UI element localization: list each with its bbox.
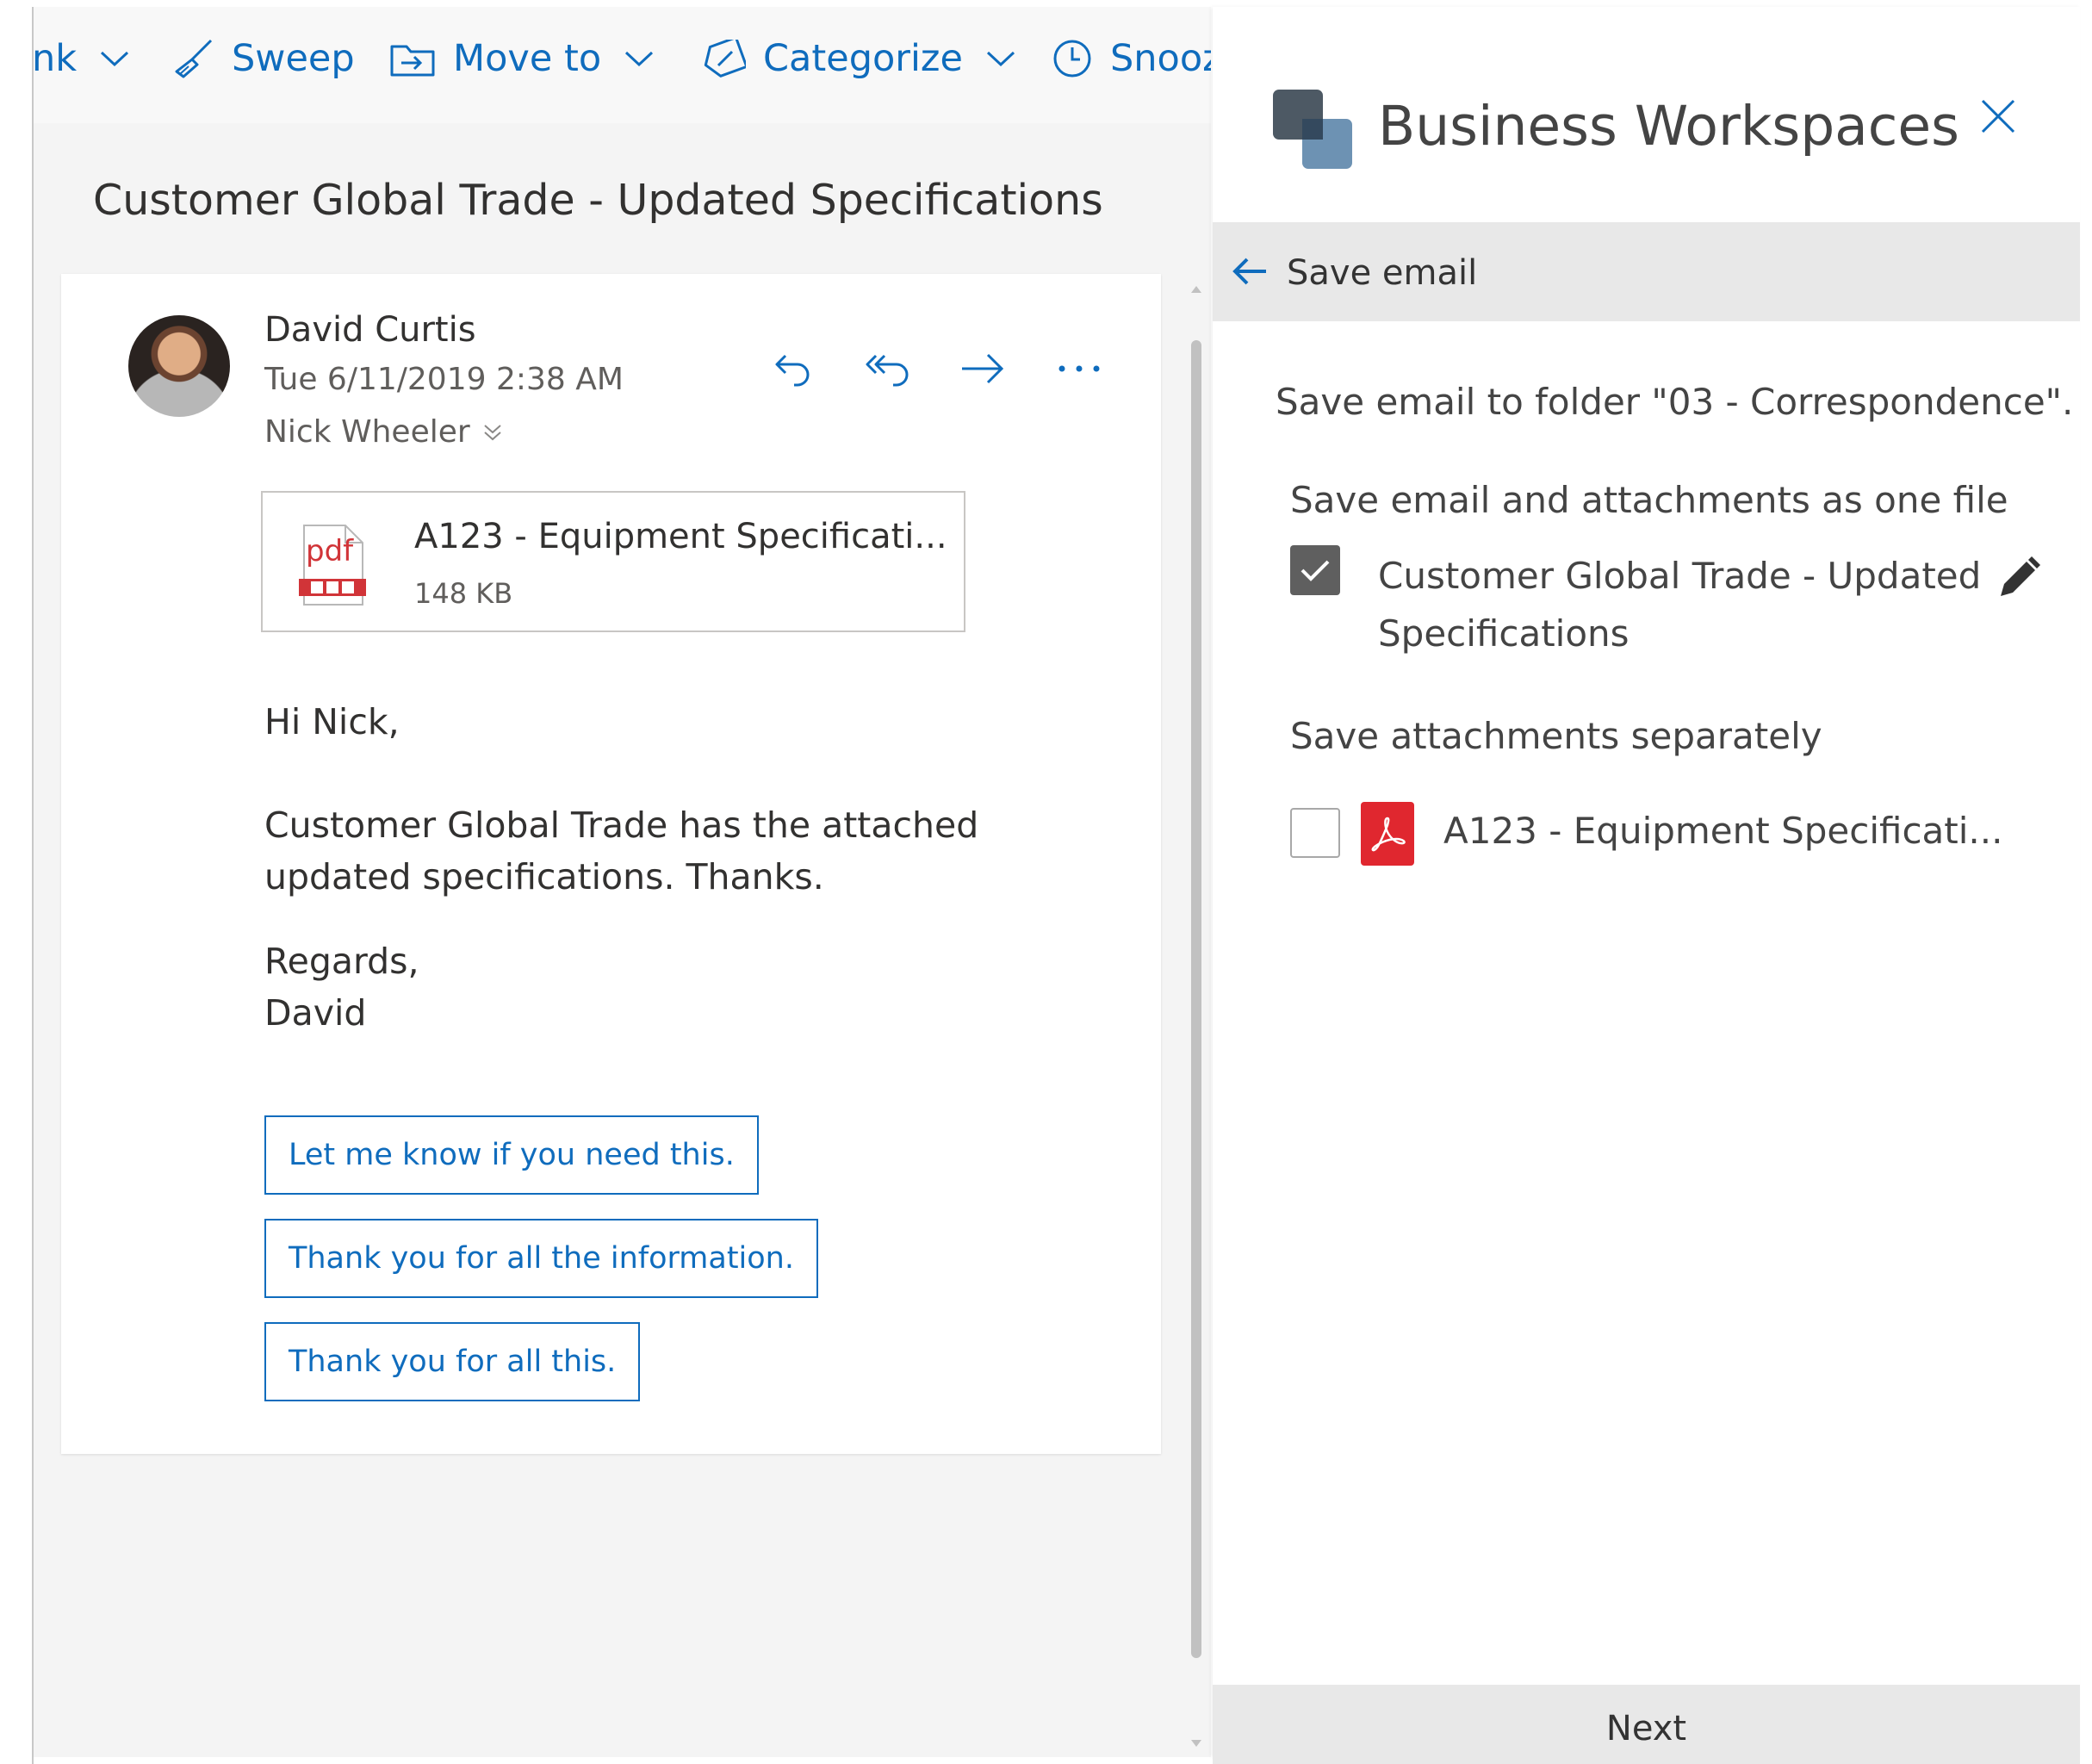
- pdf-type-label: pdf: [306, 534, 354, 568]
- chevron-down-icon: [99, 49, 130, 68]
- body-signature: David: [264, 992, 367, 1034]
- attachment-size: 148 KB: [414, 577, 513, 610]
- back-to-save-email[interactable]: Save email: [1213, 222, 2080, 321]
- sweep-label: Sweep: [232, 37, 355, 80]
- next-button[interactable]: Next: [1213, 1685, 2080, 1764]
- next-label: Next: [1605, 1709, 1687, 1748]
- body-greeting: Hi Nick,: [264, 701, 400, 742]
- categorize-button[interactable]: Categorize: [701, 33, 1016, 84]
- pdf-icon: [1361, 802, 1414, 866]
- clock-icon: [1052, 38, 1093, 79]
- suggested-reply-button[interactable]: Let me know if you need this.: [264, 1115, 759, 1195]
- chevron-down-icon: [985, 49, 1016, 68]
- chevron-down-icon: [624, 49, 655, 68]
- scrollbar-thumb[interactable]: [1191, 340, 1201, 1658]
- reading-pane: nk Sweep Move to Categorize Snooz Custom…: [34, 7, 1211, 1757]
- folder-move-icon: [389, 40, 436, 78]
- sent-date: Tue 6/11/2019 2:38 AM: [264, 362, 624, 397]
- reply-all-icon[interactable]: [860, 341, 916, 396]
- sender-name[interactable]: David Curtis: [264, 310, 476, 350]
- email-item-title: Customer Global Trade - Updated: [1378, 555, 1982, 597]
- save-attachment-checkbox[interactable]: [1290, 808, 1340, 858]
- categorize-label: Categorize: [763, 37, 963, 80]
- tag-icon: [701, 40, 746, 78]
- close-icon[interactable]: [1979, 97, 2017, 135]
- body-line: Customer Global Trade has the attached: [264, 804, 979, 846]
- recipient-row[interactable]: Nick Wheeler: [264, 414, 503, 450]
- checkmark-icon: [1301, 560, 1330, 581]
- reply-icon[interactable]: [766, 341, 821, 396]
- save-email-label: Save email: [1287, 253, 1478, 293]
- save-email-checkbox[interactable]: [1290, 545, 1340, 595]
- sweep-button[interactable]: Sweep: [171, 33, 355, 84]
- command-toolbar: nk Sweep Move to Categorize Snooz: [34, 7, 1211, 123]
- body-closing: Regards,: [264, 941, 419, 982]
- email-item-title: Specifications: [1378, 612, 1630, 655]
- toolbar-item-truncated[interactable]: nk: [34, 33, 130, 84]
- avatar[interactable]: [128, 315, 230, 417]
- business-workspaces-panel: Business Workspaces Save email Save emai…: [1213, 7, 2080, 1764]
- target-folder-text: Save email to folder "03 - Correspondenc…: [1276, 381, 2074, 423]
- attachment-name: A123 - Equipment Specificati...: [414, 517, 947, 556]
- suggested-reply-button[interactable]: Thank you for all the information.: [264, 1219, 818, 1298]
- business-workspaces-logo-icon: [1269, 86, 1356, 172]
- attachment-card[interactable]: pdf A123 - Equipment Specificati... 148 …: [261, 491, 965, 632]
- panel-title: Business Workspaces: [1378, 95, 1960, 158]
- more-actions-icon[interactable]: [1052, 341, 1107, 396]
- toolbar-item-label: nk: [34, 37, 78, 80]
- one-file-heading: Save email and attachments as one file: [1290, 479, 2008, 521]
- move-to-button[interactable]: Move to: [389, 33, 655, 84]
- recipient-name: Nick Wheeler: [264, 414, 470, 450]
- body-line: updated specifications. Thanks.: [264, 856, 824, 898]
- attachment-item-name: A123 - Equipment Specificati...: [1443, 810, 2003, 852]
- broom-icon: [171, 37, 214, 80]
- message-subject: Customer Global Trade - Updated Specific…: [93, 176, 1103, 225]
- message-card: David Curtis Tue 6/11/2019 2:38 AM Nick …: [61, 274, 1161, 1454]
- forward-icon[interactable]: [955, 341, 1010, 396]
- expand-recipients-icon[interactable]: [482, 423, 503, 442]
- snooze-label: Snooz: [1110, 37, 1211, 80]
- separate-heading: Save attachments separately: [1290, 715, 1822, 757]
- move-to-label: Move to: [453, 37, 602, 80]
- snooze-button[interactable]: Snooz: [1052, 33, 1211, 84]
- back-arrow-icon: [1232, 257, 1268, 286]
- edit-pencil-icon[interactable]: [1994, 555, 2042, 603]
- suggested-reply-button[interactable]: Thank you for all this.: [264, 1322, 641, 1401]
